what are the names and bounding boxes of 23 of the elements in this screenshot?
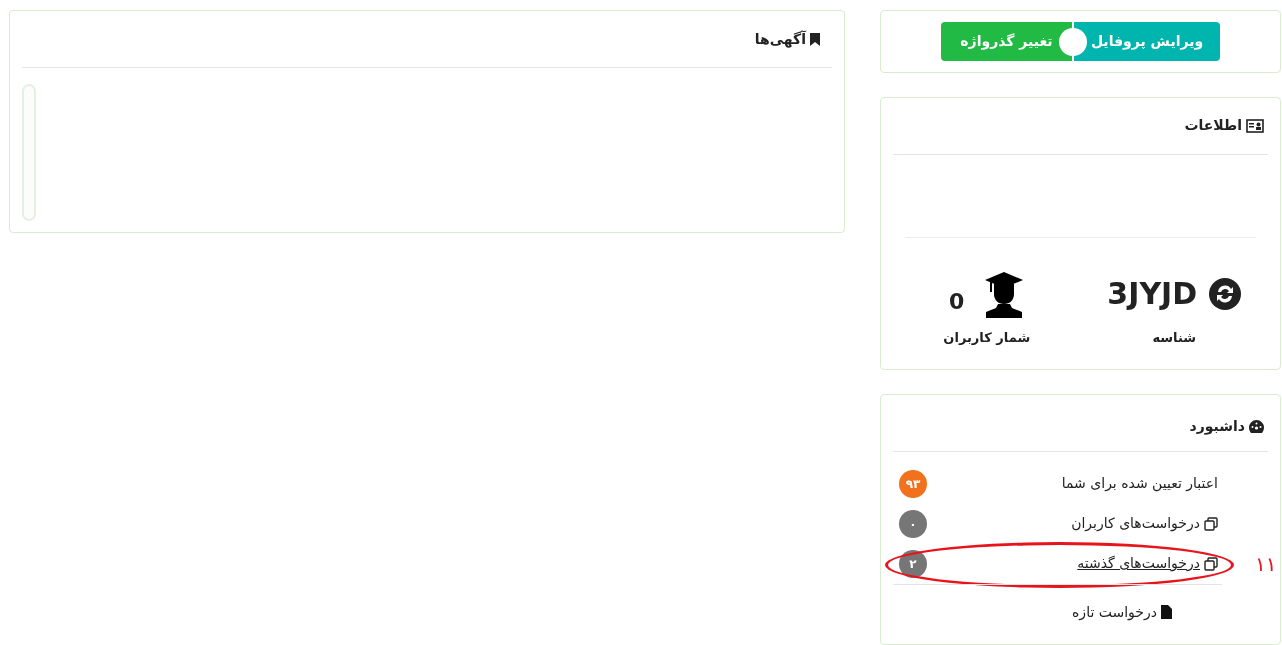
card-title: داشبورد: [1189, 417, 1245, 437]
refresh-icon: [1209, 277, 1242, 310]
card-title: آگهی‌ها: [754, 29, 806, 50]
copy-icon: [1204, 556, 1218, 571]
user-count-label: شمار کاربران: [943, 328, 1031, 347]
dashboard-link[interactable]: اعتبار تعیین شده برای شما: [1061, 473, 1218, 495]
dashboard-link[interactable]: درخواست‌های گذشته: [1077, 553, 1200, 575]
count-badge: ۲: [899, 549, 927, 578]
dashboard-icon: [1249, 420, 1264, 434]
count-badge: ۹۳: [899, 469, 927, 498]
dashboard-link[interactable]: درخواست تازه: [1072, 601, 1157, 623]
file-icon: [1161, 605, 1172, 620]
user-count: 0: [949, 288, 965, 317]
card-title: اطلاعات: [1184, 116, 1242, 136]
id-label: شناسه: [1152, 328, 1197, 347]
count-badge: ۰: [899, 509, 927, 538]
graduate-icon: [984, 269, 1025, 318]
bookmark-icon: [810, 32, 820, 46]
id-value: 3JYJD: [1107, 275, 1198, 314]
copy-icon: [1204, 516, 1218, 531]
dashboard-link[interactable]: درخواست‌های کاربران: [1071, 513, 1200, 535]
id-card-icon: [1246, 118, 1264, 133]
annotation-label: ۱۱: [1255, 550, 1277, 578]
